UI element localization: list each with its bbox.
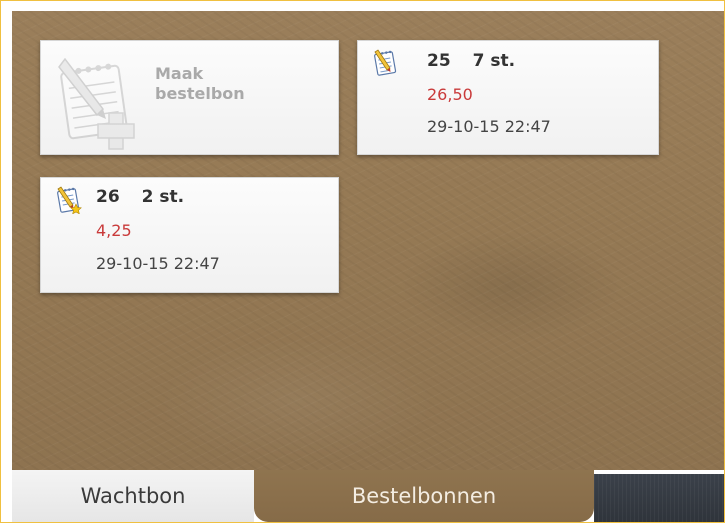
order-amount: 26,50 — [427, 85, 473, 104]
bottom-tab-bar: Wachtbon Bestelbonnen — [12, 470, 724, 522]
tab-wachtbon[interactable]: Wachtbon — [12, 470, 254, 522]
order-card[interactable]: 26 2 st. 4,25 29-10-15 22:47 — [40, 177, 339, 293]
order-quantity: 2 st. — [141, 187, 185, 207]
tab-dark-panel[interactable] — [594, 474, 724, 522]
order-datetime: 29-10-15 22:47 — [427, 117, 551, 136]
order-card[interactable]: 25 7 st. 26,50 29-10-15 22:47 — [357, 40, 659, 155]
order-notepad-star-icon — [57, 186, 82, 214]
order-header: 25 7 st. — [427, 51, 515, 71]
tab-bestelbonnen[interactable]: Bestelbonnen — [254, 470, 594, 522]
order-header: 26 2 st. — [96, 187, 184, 207]
order-datetime: 29-10-15 22:47 — [96, 254, 220, 273]
order-board: Maak bestelbon 25 7 st. 26,50 29-10-15 2… — [12, 11, 724, 470]
order-number: 25 — [427, 51, 451, 71]
new-order-label-line1: Maak — [155, 64, 204, 83]
notepad-add-icon — [58, 57, 135, 150]
new-order-button[interactable]: Maak bestelbon — [40, 40, 339, 155]
order-quantity: 7 st. — [472, 51, 516, 71]
order-number: 26 — [96, 187, 120, 207]
app-frame: Maak bestelbon 25 7 st. 26,50 29-10-15 2… — [0, 0, 725, 523]
order-amount: 4,25 — [96, 221, 132, 240]
new-order-label: Maak bestelbon — [155, 64, 305, 104]
order-notepad-icon — [374, 49, 397, 76]
new-order-label-line2: bestelbon — [155, 84, 245, 103]
